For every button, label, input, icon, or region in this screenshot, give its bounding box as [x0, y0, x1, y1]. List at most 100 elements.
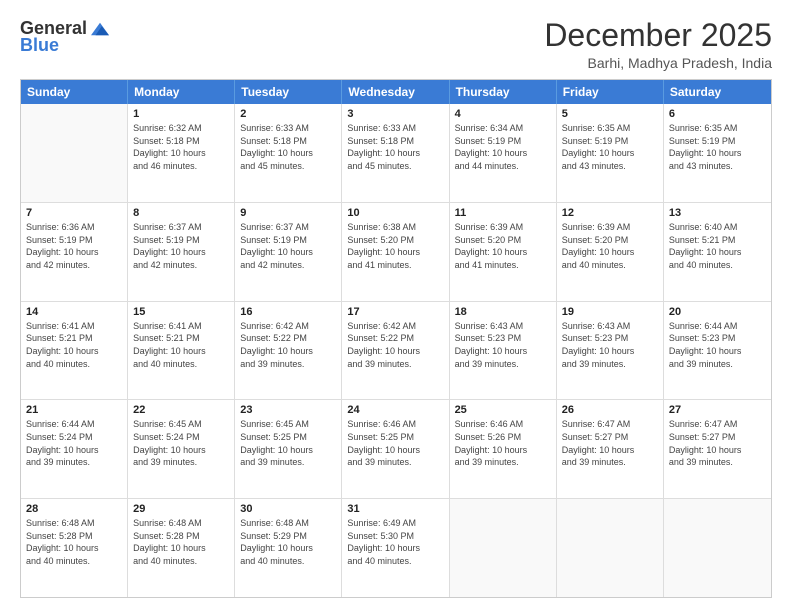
calendar-cell: 5 Sunrise: 6:35 AMSunset: 5:19 PMDaylight…: [557, 104, 664, 202]
calendar-cell: 10 Sunrise: 6:38 AMSunset: 5:20 PMDayligh…: [342, 203, 449, 301]
calendar-cell: 28Sunrise: 6:48 AMSunset: 5:28 PMDayligh…: [21, 499, 128, 597]
calendar-header: Sunday Monday Tuesday Wednesday Thursday…: [21, 80, 771, 104]
month-title: December 2025: [544, 18, 772, 53]
calendar-row: 1 Sunrise: 6:32 AMSunset: 5:18 PMDaylight…: [21, 104, 771, 202]
logo-blue: Blue: [20, 35, 59, 56]
calendar-cell: 25Sunrise: 6:46 AMSunset: 5:26 PMDayligh…: [450, 400, 557, 498]
page: General Blue December 2025 Barhi, Madhya…: [0, 0, 792, 612]
header-wednesday: Wednesday: [342, 80, 449, 104]
logo-icon: [91, 22, 109, 36]
day-number: 5: [562, 108, 658, 120]
day-number: 29: [133, 503, 229, 515]
calendar-cell: 15 Sunrise: 6:41 AMSunset: 5:21 PMDayligh…: [128, 302, 235, 400]
calendar-cell: 14 Sunrise: 6:41 AMSunset: 5:21 PMDayligh…: [21, 302, 128, 400]
day-info: Sunrise: 6:45 AMSunset: 5:25 PMDaylight:…: [240, 418, 336, 468]
calendar-cell: 20 Sunrise: 6:44 AMSunset: 5:23 PMDayligh…: [664, 302, 771, 400]
day-info: Sunrise: 6:48 AMSunset: 5:28 PMDaylight:…: [133, 517, 229, 567]
day-info: Sunrise: 6:43 AMSunset: 5:23 PMDaylight:…: [562, 320, 658, 370]
calendar-cell: 8 Sunrise: 6:37 AMSunset: 5:19 PMDaylight…: [128, 203, 235, 301]
calendar-cell: 24Sunrise: 6:46 AMSunset: 5:25 PMDayligh…: [342, 400, 449, 498]
day-info: Sunrise: 6:34 AMSunset: 5:19 PMDaylight:…: [455, 122, 551, 172]
day-info: Sunrise: 6:47 AMSunset: 5:27 PMDaylight:…: [562, 418, 658, 468]
calendar-cell: 29 Sunrise: 6:48 AMSunset: 5:28 PMDayligh…: [128, 499, 235, 597]
calendar-cell: 27 Sunrise: 6:47 AMSunset: 5:27 PMDayligh…: [664, 400, 771, 498]
calendar-cell: 31 Sunrise: 6:49 AMSunset: 5:30 PMDayligh…: [342, 499, 449, 597]
header-sunday: Sunday: [21, 80, 128, 104]
calendar-cell: 4 Sunrise: 6:34 AMSunset: 5:19 PMDaylight…: [450, 104, 557, 202]
day-info: Sunrise: 6:48 AMSunset: 5:29 PMDaylight:…: [240, 517, 336, 567]
calendar-cell: 6 Sunrise: 6:35 AMSunset: 5:19 PMDaylight…: [664, 104, 771, 202]
day-info: Sunrise: 6:43 AMSunset: 5:23 PMDaylight:…: [455, 320, 551, 370]
day-number: 1: [133, 108, 229, 120]
day-number: 17: [347, 306, 443, 318]
day-number: 19: [562, 306, 658, 318]
day-info: Sunrise: 6:48 AMSunset: 5:28 PMDaylight:…: [26, 517, 122, 567]
day-number: 3: [347, 108, 443, 120]
day-info: Sunrise: 6:44 AMSunset: 5:24 PMDaylight:…: [26, 418, 122, 468]
day-info: Sunrise: 6:45 AMSunset: 5:24 PMDaylight:…: [133, 418, 229, 468]
calendar-cell: 23Sunrise: 6:45 AMSunset: 5:25 PMDayligh…: [235, 400, 342, 498]
location: Barhi, Madhya Pradesh, India: [544, 55, 772, 71]
day-info: Sunrise: 6:41 AMSunset: 5:21 PMDaylight:…: [26, 320, 122, 370]
day-number: 24: [347, 404, 443, 416]
header-monday: Monday: [128, 80, 235, 104]
day-info: Sunrise: 6:32 AMSunset: 5:18 PMDaylight:…: [133, 122, 229, 172]
calendar-cell: 9Sunrise: 6:37 AMSunset: 5:19 PMDaylight…: [235, 203, 342, 301]
day-info: Sunrise: 6:39 AMSunset: 5:20 PMDaylight:…: [562, 221, 658, 271]
calendar-cell: 11 Sunrise: 6:39 AMSunset: 5:20 PMDayligh…: [450, 203, 557, 301]
calendar-cell: [21, 104, 128, 202]
calendar-cell: [664, 499, 771, 597]
day-info: Sunrise: 6:37 AMSunset: 5:19 PMDaylight:…: [240, 221, 336, 271]
calendar-row: 28Sunrise: 6:48 AMSunset: 5:28 PMDayligh…: [21, 498, 771, 597]
day-info: Sunrise: 6:35 AMSunset: 5:19 PMDaylight:…: [669, 122, 766, 172]
header-thursday: Thursday: [450, 80, 557, 104]
day-number: 12: [562, 207, 658, 219]
day-number: 10: [347, 207, 443, 219]
day-number: 11: [455, 207, 551, 219]
calendar-cell: 30 Sunrise: 6:48 AMSunset: 5:29 PMDayligh…: [235, 499, 342, 597]
day-number: 4: [455, 108, 551, 120]
calendar-cell: 12 Sunrise: 6:39 AMSunset: 5:20 PMDayligh…: [557, 203, 664, 301]
calendar-cell: [557, 499, 664, 597]
calendar-cell: 19 Sunrise: 6:43 AMSunset: 5:23 PMDayligh…: [557, 302, 664, 400]
day-info: Sunrise: 6:38 AMSunset: 5:20 PMDaylight:…: [347, 221, 443, 271]
logo: General Blue: [20, 18, 109, 56]
day-number: 8: [133, 207, 229, 219]
day-info: Sunrise: 6:49 AMSunset: 5:30 PMDaylight:…: [347, 517, 443, 567]
calendar-cell: 7 Sunrise: 6:36 AMSunset: 5:19 PMDaylight…: [21, 203, 128, 301]
day-number: 7: [26, 207, 122, 219]
day-info: Sunrise: 6:42 AMSunset: 5:22 PMDaylight:…: [240, 320, 336, 370]
day-number: 16: [240, 306, 336, 318]
day-number: 18: [455, 306, 551, 318]
calendar-row: 21 Sunrise: 6:44 AMSunset: 5:24 PMDayligh…: [21, 399, 771, 498]
header: General Blue December 2025 Barhi, Madhya…: [20, 18, 772, 71]
day-info: Sunrise: 6:35 AMSunset: 5:19 PMDaylight:…: [562, 122, 658, 172]
day-info: Sunrise: 6:37 AMSunset: 5:19 PMDaylight:…: [133, 221, 229, 271]
day-number: 15: [133, 306, 229, 318]
day-number: 27: [669, 404, 766, 416]
calendar-row: 14 Sunrise: 6:41 AMSunset: 5:21 PMDayligh…: [21, 301, 771, 400]
calendar-cell: [450, 499, 557, 597]
day-number: 30: [240, 503, 336, 515]
day-number: 25: [455, 404, 551, 416]
day-info: Sunrise: 6:33 AMSunset: 5:18 PMDaylight:…: [240, 122, 336, 172]
day-number: 6: [669, 108, 766, 120]
title-section: December 2025 Barhi, Madhya Pradesh, Ind…: [544, 18, 772, 71]
day-number: 21: [26, 404, 122, 416]
day-number: 26: [562, 404, 658, 416]
day-info: Sunrise: 6:33 AMSunset: 5:18 PMDaylight:…: [347, 122, 443, 172]
day-number: 2: [240, 108, 336, 120]
day-info: Sunrise: 6:47 AMSunset: 5:27 PMDaylight:…: [669, 418, 766, 468]
calendar-cell: 16 Sunrise: 6:42 AMSunset: 5:22 PMDayligh…: [235, 302, 342, 400]
calendar-cell: 21 Sunrise: 6:44 AMSunset: 5:24 PMDayligh…: [21, 400, 128, 498]
day-number: 14: [26, 306, 122, 318]
calendar: Sunday Monday Tuesday Wednesday Thursday…: [20, 79, 772, 598]
day-number: 31: [347, 503, 443, 515]
day-info: Sunrise: 6:41 AMSunset: 5:21 PMDaylight:…: [133, 320, 229, 370]
day-number: 20: [669, 306, 766, 318]
day-info: Sunrise: 6:44 AMSunset: 5:23 PMDaylight:…: [669, 320, 766, 370]
day-info: Sunrise: 6:39 AMSunset: 5:20 PMDaylight:…: [455, 221, 551, 271]
calendar-cell: 17Sunrise: 6:42 AMSunset: 5:22 PMDayligh…: [342, 302, 449, 400]
day-info: Sunrise: 6:36 AMSunset: 5:19 PMDaylight:…: [26, 221, 122, 271]
calendar-body: 1 Sunrise: 6:32 AMSunset: 5:18 PMDaylight…: [21, 104, 771, 597]
